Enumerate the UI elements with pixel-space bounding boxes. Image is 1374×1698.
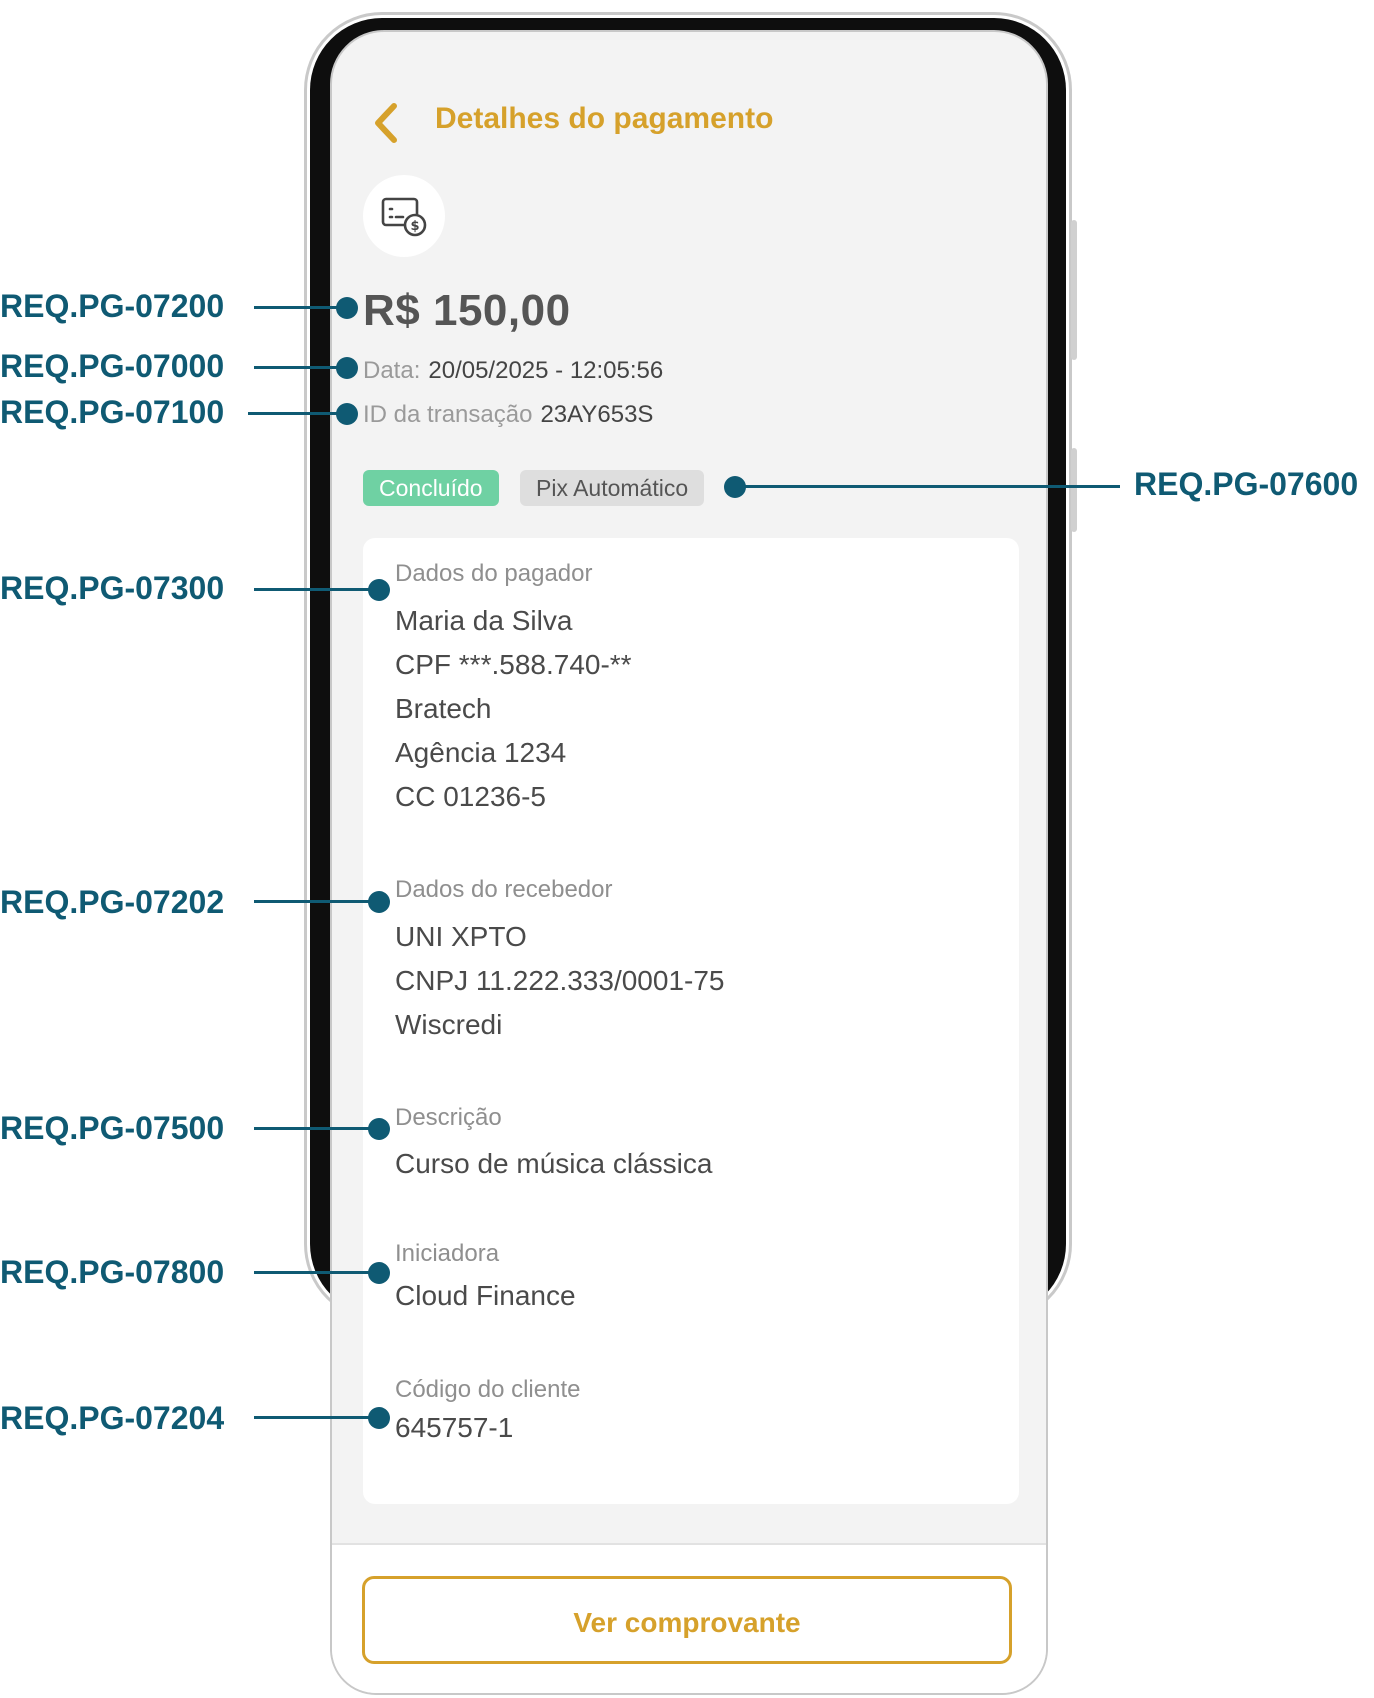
transaction-id-value: 23AY653S [540,401,654,428]
transaction-id: ID da transação 23AY653S [363,401,653,429]
annotation-connector [254,366,346,369]
annotation-marker [368,1118,390,1140]
power-button [1071,448,1077,532]
payer-account: CC 01236-5 [395,781,546,812]
annotation-label-initiator: REQ.PG-07800 [0,1254,225,1290]
description-section-label: Descrição [395,1104,502,1131]
annotation-label-date: REQ.PG-07000 [0,348,225,384]
payer-name: Maria da Silva [395,605,573,636]
annotation-label-payer: REQ.PG-07300 [0,570,225,606]
date-value: 20/05/2025 - 12:05:56 [428,357,664,384]
annotation-label-description: REQ.PG-07500 [0,1110,225,1146]
annotation-marker [724,476,746,498]
annotation-marker [368,1262,390,1284]
svg-text:$: $ [410,219,419,234]
annotation-connector [254,1127,376,1130]
annotation-connector [254,1416,376,1419]
annotation-connector [248,412,346,415]
annotation-marker [368,579,390,601]
annotation-connector [254,900,376,903]
client-code-section-label: Código do cliente [395,1376,581,1403]
description-value: Curso de música clássica [395,1148,713,1179]
initiator-value: Cloud Finance [395,1280,576,1311]
annotation-connector [734,485,1120,488]
annotation-marker [368,1407,390,1429]
back-button[interactable] [368,100,404,146]
payment-type-badge: Pix Automático [520,470,705,506]
annotated-screenshot: Detalhes do pagamento $ R$ 150,00 Data: 2… [0,0,1374,1698]
payer-section-label: Dados do pagador [395,560,593,587]
annotation-marker [368,891,390,913]
payer-agency: Agência 1234 [395,737,567,768]
payment-icon-badge: $ [363,175,445,257]
chevron-left-icon [375,103,397,143]
receiver-bank: Wiscredi [395,1009,503,1040]
date-label: Data: [363,357,421,384]
volume-button [1071,220,1077,360]
payment-amount: R$ 150,00 [363,286,571,335]
view-receipt-button[interactable]: Ver comprovante [362,1576,1012,1664]
initiator-section-label: Iniciadora [395,1240,500,1267]
annotation-label-client-code: REQ.PG-07204 [0,1400,225,1436]
annotation-label-badges: REQ.PG-07600 [1134,466,1359,502]
annotation-marker [336,357,358,379]
annotation-label-receiver: REQ.PG-07202 [0,884,225,920]
app-screen: Detalhes do pagamento $ R$ 150,00 Data: 2… [330,30,1048,1695]
payer-bank: Bratech [395,693,492,724]
receiver-section-label: Dados do recebedor [395,876,613,903]
annotation-label-transaction-id: REQ.PG-07100 [0,394,225,430]
transaction-id-label: ID da transação [363,401,533,428]
page-title: Detalhes do pagamento [435,102,774,135]
app-header: Detalhes do pagamento [332,82,1046,152]
receiver-name: UNI XPTO [395,921,527,952]
details-card: Dados do pagador Maria da Silva CPF ***.… [363,538,1019,1504]
card-dollar-icon: $ [381,197,427,237]
client-code-value: 645757-1 [395,1412,514,1443]
footer-bar: Ver comprovante [332,1543,1046,1693]
annotation-label-amount: REQ.PG-07200 [0,288,225,324]
payment-date: Data: 20/05/2025 - 12:05:56 [363,357,663,385]
annotation-connector [254,306,346,309]
annotation-connector [254,588,376,591]
payer-cpf: CPF ***.588.740-** [395,649,632,680]
status-badge: Concluído [363,470,499,506]
annotation-marker [336,403,358,425]
receiver-cnpj: CNPJ 11.222.333/0001-75 [395,965,725,996]
annotation-connector [254,1271,376,1274]
annotation-marker [336,297,358,319]
